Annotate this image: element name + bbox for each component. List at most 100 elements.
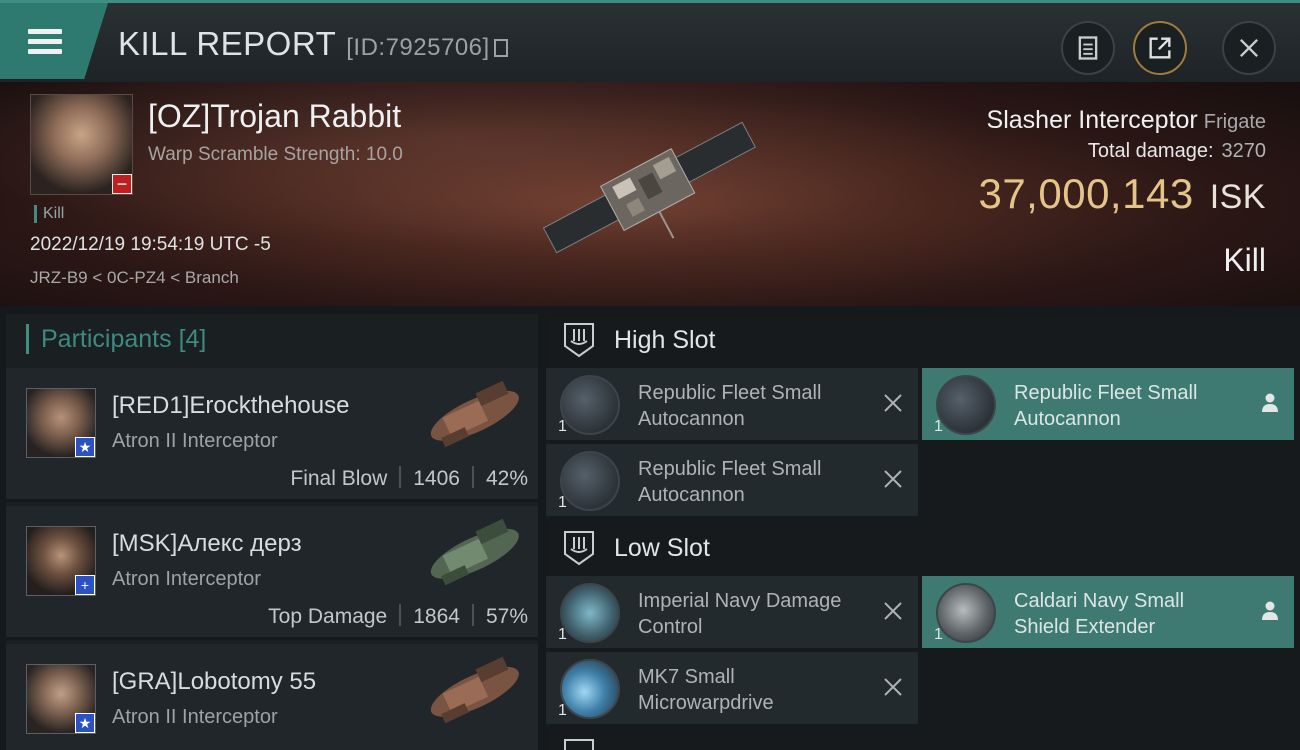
share-button[interactable] [1133, 21, 1187, 75]
participant-row[interactable]: ★ [RED1]Erockthehouse Atron II Intercept… [6, 368, 538, 502]
victim-ship-image[interactable] [520, 104, 780, 284]
damage-value: 1406 [413, 467, 460, 490]
copy-icon[interactable] [493, 39, 508, 57]
module-dropped[interactable]: 1 Republic Fleet Small Autocannon [922, 368, 1294, 440]
victim-portrait[interactable]: − [30, 94, 133, 195]
participant-name: [MSK]Алекс дерз [112, 530, 302, 557]
module-name: Republic Fleet Small Autocannon [1014, 382, 1198, 430]
mid-slot-icon [564, 739, 594, 750]
module-quantity: 1 [934, 626, 943, 643]
participant-portrait[interactable]: ★ [26, 388, 96, 458]
report-id: [ID:7925706] [346, 34, 490, 61]
module-destroyed[interactable]: 1 MK7 Small Microwarpdrive [546, 652, 918, 724]
low-slot-title: Low Slot [614, 533, 710, 562]
star-badge-icon: ★ [75, 437, 95, 457]
module-destroyed[interactable]: 1 Republic Fleet Small Autocannon [546, 368, 918, 440]
menu-button[interactable] [0, 3, 108, 79]
mid-slot-header-partial [562, 736, 614, 750]
destroyed-x-icon [884, 394, 902, 412]
fitting-panel: High Slot 1 Republic Fleet Small Autocan… [546, 314, 1300, 750]
kill-tag: Kill [34, 205, 64, 223]
kill-result: Kill [1223, 242, 1266, 278]
participant-ship-image [430, 380, 519, 448]
page-title-text: KILL REPORT [118, 25, 337, 62]
autocannon-icon [936, 375, 996, 435]
low-slot-icon [564, 531, 594, 566]
high-slot-title: High Slot [614, 325, 716, 354]
low-slot-header: Low Slot [562, 528, 710, 568]
participant-stats: Top Damage 1864 57% [268, 604, 528, 629]
victim-banner: − [OZ]Trojan Rabbit Warp Scramble Streng… [0, 82, 1300, 306]
clipboard-button[interactable] [1061, 21, 1115, 75]
clipboard-icon [1078, 36, 1098, 60]
module-dropped[interactable]: 1 Caldari Navy Small Shield Extender [922, 576, 1294, 648]
high-slot-icon [564, 323, 594, 358]
module-quantity: 1 [934, 418, 943, 435]
participant-row[interactable]: + [MSK]Алекс дерз Atron Interceptor Top … [6, 506, 538, 640]
destroyed-x-icon [884, 678, 902, 696]
close-icon [1240, 39, 1258, 57]
isk-value: 37,000,143 ISK [978, 170, 1266, 218]
top-bar: KILL REPORT [ID:7925706] [0, 0, 1300, 82]
warp-scramble-strength: Warp Scramble Strength: 10.0 [148, 144, 403, 165]
plus-badge-icon: + [75, 575, 95, 595]
ship-type[interactable]: Slasher Interceptor Frigate [987, 106, 1266, 135]
participants-panel: Participants [4] ★ [RED1]Erockthehouse A… [6, 314, 538, 750]
autocannon-icon [560, 375, 620, 435]
kill-location[interactable]: JRZ-B9 < 0C-PZ4 < Branch [30, 268, 239, 288]
autocannon-icon [560, 451, 620, 511]
shield-extender-icon [936, 583, 996, 643]
microwarpdrive-icon [560, 659, 620, 719]
participant-ship: Atron II Interceptor [112, 430, 278, 452]
hostile-badge-icon: − [112, 174, 132, 194]
hamburger-icon [28, 24, 62, 59]
high-slot-header: High Slot [562, 320, 715, 360]
total-damage: Total damage: 3270 [1088, 140, 1266, 163]
participant-portrait[interactable]: ★ [26, 664, 96, 734]
module-name: Republic Fleet Small Autocannon [638, 382, 822, 430]
module-destroyed[interactable]: 1 Imperial Navy Damage Control [546, 576, 918, 648]
damage-percent: 42% [485, 467, 528, 490]
module-name: MK7 Small Microwarpdrive [638, 666, 774, 714]
participant-ship-image [430, 656, 519, 724]
participant-name: [GRA]Lobotomy 55 [112, 668, 317, 695]
damage-percent: 57% [485, 605, 528, 628]
damage-control-icon [560, 583, 620, 643]
page-title: KILL REPORT [ID:7925706] [118, 25, 508, 63]
victim-name[interactable]: [OZ]Trojan Rabbit [148, 98, 401, 135]
participants-header: Participants [4] [26, 324, 206, 354]
participant-name: [RED1]Erockthehouse [112, 392, 350, 419]
top-damage-label: Top Damage [268, 605, 388, 628]
participant-stats: Final Blow 1406 42% [290, 466, 528, 491]
module-quantity: 1 [558, 418, 567, 435]
module-name: Caldari Navy Small Shield Extender [1014, 590, 1185, 638]
star-badge-icon: ★ [75, 713, 95, 733]
participants-count: [4] [178, 325, 207, 353]
module-name: Republic Fleet Small Autocannon [638, 458, 822, 506]
ship-class: Frigate [1203, 111, 1266, 133]
destroyed-x-icon [884, 602, 902, 620]
destroyed-x-icon [884, 470, 902, 488]
total-damage-value: 3270 [1221, 140, 1267, 162]
ship-name: Slasher Interceptor [986, 106, 1198, 134]
total-damage-label: Total damage: [1087, 140, 1214, 162]
module-destroyed[interactable]: 1 Republic Fleet Small Autocannon [546, 444, 918, 516]
participant-portrait[interactable]: + [26, 526, 96, 596]
dropped-person-icon [1262, 601, 1278, 620]
close-button[interactable] [1222, 21, 1276, 75]
module-quantity: 1 [558, 494, 567, 511]
kill-timestamp: 2022/12/19 19:54:19 UTC -5 [30, 234, 271, 255]
dropped-person-icon [1262, 393, 1278, 412]
participant-ship: Atron II Interceptor [112, 706, 278, 728]
final-blow-label: Final Blow [290, 467, 388, 490]
isk-amount: 37,000,143 [978, 170, 1194, 217]
share-icon [1149, 37, 1171, 59]
module-quantity: 1 [558, 702, 567, 719]
damage-value: 1864 [413, 605, 460, 628]
isk-unit: ISK [1209, 178, 1266, 216]
participants-label: Participants [41, 325, 172, 353]
module-quantity: 1 [558, 626, 567, 643]
module-name: Imperial Navy Damage Control [638, 590, 842, 638]
participant-row[interactable]: ★ [GRA]Lobotomy 55 Atron II Interceptor [6, 644, 538, 750]
participant-ship: Atron Interceptor [112, 568, 261, 590]
